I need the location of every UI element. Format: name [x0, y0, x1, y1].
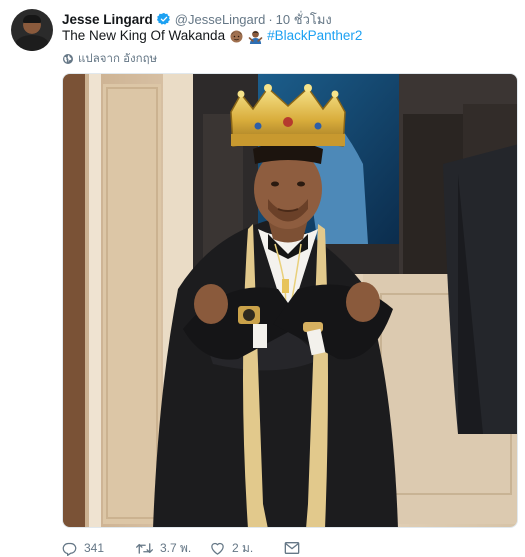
translate-link[interactable]: แปลจาก อังกฤษ	[62, 50, 157, 68]
like-button[interactable]: 2 ม.	[210, 539, 284, 557]
author-handle[interactable]: @JesseLingard	[175, 12, 266, 27]
translate-label: แปลจาก อังกฤษ	[78, 53, 158, 65]
reply-button[interactable]: 341	[62, 541, 136, 556]
retweet-icon	[136, 542, 153, 554]
retweet-count: 3.7 พ.	[160, 540, 192, 555]
message-icon	[284, 542, 300, 554]
man-gesturing-emoji	[248, 30, 263, 44]
avatar-hair	[23, 15, 41, 23]
tweet-card[interactable]: Jesse Lingard @JesseLingard · 10 ชั่วโมง…	[0, 0, 525, 557]
author-display-name[interactable]: Jesse Lingard	[62, 12, 153, 27]
man-face-emoji	[230, 30, 243, 42]
tweet-photo[interactable]	[62, 73, 518, 528]
reply-icon	[62, 542, 77, 556]
avatar[interactable]	[11, 9, 53, 51]
reply-count: 341	[84, 541, 105, 555]
tweet-text: The New King Of Wakanda #BlackPanther2	[62, 27, 362, 45]
retweet-button[interactable]: 3.7 พ.	[136, 539, 210, 557]
hashtag-link[interactable]: #BlackPanther2	[267, 27, 362, 45]
avatar-shirt	[15, 35, 49, 51]
like-icon	[211, 542, 224, 555]
like-count: 2 ม.	[232, 540, 254, 555]
globe-icon	[63, 54, 73, 64]
tweet-actions: 341 3.7 พ. 2 ม.	[62, 540, 300, 556]
message-button[interactable]	[284, 541, 300, 555]
photo-image	[63, 74, 517, 527]
verified-badge-icon	[156, 12, 170, 25]
tweet-body: The New King Of Wakanda	[62, 28, 226, 43]
tweet-header: Jesse Lingard @JesseLingard · 10 ชั่วโมง	[62, 10, 332, 28]
header-separator: ·	[268, 11, 273, 27]
